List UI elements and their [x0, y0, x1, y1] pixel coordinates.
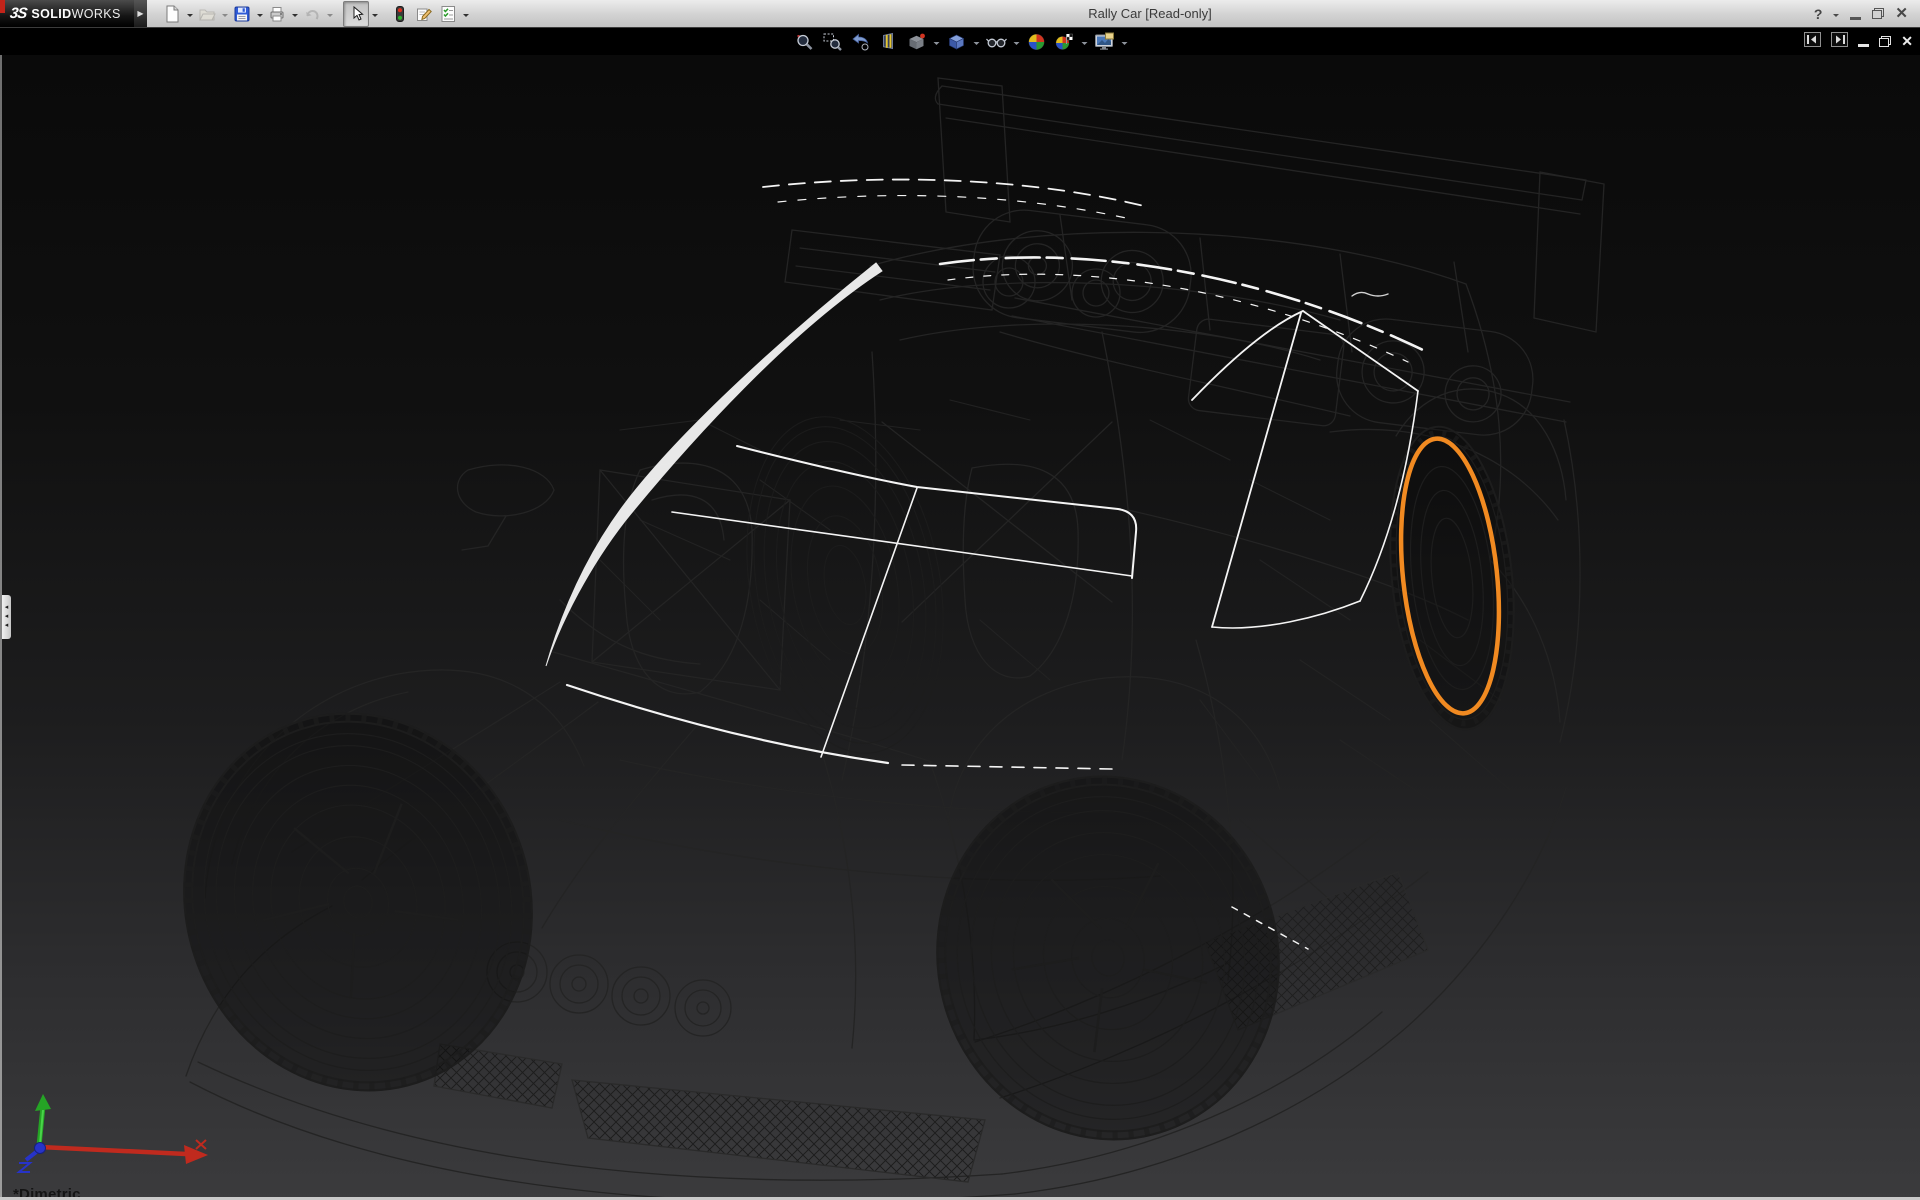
a-pillar-highlight	[546, 263, 882, 666]
triad-x-axis	[40, 1147, 186, 1154]
standard-toolbar	[160, 1, 471, 26]
zoom-fit-icon	[794, 32, 814, 52]
new-document-icon	[163, 5, 181, 23]
collapse-arrow-icon: ◂	[5, 613, 9, 621]
solidworks-logo-glyph: 3S	[9, 5, 28, 22]
help-button[interactable]: ?	[1814, 6, 1823, 22]
glasses-icon	[985, 32, 1007, 52]
open-dropdown[interactable]	[219, 2, 230, 26]
display-style-button[interactable]	[943, 29, 970, 54]
apply-scene-dropdown[interactable]	[1079, 29, 1090, 54]
grille-mesh	[434, 872, 1428, 1182]
document-title: Rally Car [Read-only]	[1088, 0, 1212, 27]
collapse-arrow-icon: ◂	[5, 604, 9, 612]
view-orientation-dropdown[interactable]	[931, 29, 942, 54]
pane-collapse-right-icon	[1831, 32, 1848, 47]
triad-x-label-glyph	[196, 1140, 206, 1149]
annotate-button[interactable]	[412, 2, 436, 26]
hide-show-items-dropdown[interactable]	[1011, 29, 1022, 54]
restore-app-icon[interactable]	[1872, 8, 1884, 19]
app-window-controls: ? ✕	[1814, 0, 1908, 27]
display-style-cube-icon	[946, 32, 966, 52]
view-settings-button[interactable]	[1091, 29, 1118, 54]
checklist-icon	[439, 5, 457, 23]
close-document-icon[interactable]: ✕	[1901, 33, 1913, 50]
brand-works-text: WORKS	[72, 7, 121, 21]
view-orientation-button[interactable]	[903, 29, 930, 54]
new-dropdown[interactable]	[184, 2, 195, 26]
collapse-arrow-icon: ◂	[5, 622, 9, 630]
save-floppy-icon	[233, 5, 251, 23]
rebuild-button[interactable]	[388, 2, 412, 26]
display-style-dropdown[interactable]	[971, 29, 982, 54]
graphics-viewport[interactable]: ◂ ◂ ◂ *Dimetric	[0, 55, 1920, 1200]
traffic-light-icon	[391, 5, 409, 23]
select-cursor-icon	[348, 5, 365, 22]
brand-solid-text: SOLID	[31, 7, 71, 21]
open-folder-icon	[198, 5, 216, 23]
undo-arrow-icon	[303, 5, 321, 23]
undo-button[interactable]	[300, 2, 324, 26]
options-button[interactable]	[436, 2, 460, 26]
rally-car-wireframe-model[interactable]	[0, 55, 1920, 1200]
new-button[interactable]	[160, 2, 184, 26]
print-button[interactable]	[265, 2, 289, 26]
scene-checkered-sphere-icon	[1053, 32, 1075, 52]
view-settings-dropdown[interactable]	[1119, 29, 1130, 54]
section-view-icon	[878, 32, 898, 52]
brand-red-accent	[0, 0, 5, 13]
rear-left-wheel	[899, 740, 1317, 1175]
view-cube-icon	[905, 32, 927, 52]
front-right-wheel-ghost	[722, 401, 968, 769]
hide-show-items-button[interactable]	[983, 29, 1010, 54]
close-app-icon[interactable]: ✕	[1895, 0, 1908, 27]
pane-left-button[interactable]	[1804, 32, 1821, 52]
previous-view-button[interactable]	[847, 29, 874, 54]
hand-note-icon	[415, 5, 433, 23]
options-dropdown[interactable]	[460, 2, 471, 26]
print-dropdown[interactable]	[289, 2, 300, 26]
feature-panel-collapse-handle[interactable]: ◂ ◂ ◂	[2, 595, 11, 639]
help-dropdown[interactable]	[1833, 7, 1839, 20]
tail-lights	[959, 204, 1546, 450]
pane-collapse-left-icon	[1804, 32, 1821, 47]
triad-y-arrowhead	[35, 1094, 51, 1111]
menu-strip: ✕	[0, 28, 1920, 55]
triad-origin	[35, 1143, 46, 1154]
solidworks-logo: 3S SOLID WORKS	[0, 0, 134, 27]
previous-view-icon	[850, 32, 870, 52]
zoom-to-fit-button[interactable]	[791, 29, 818, 54]
appearance-sphere-icon	[1026, 32, 1046, 52]
minimize-document-icon[interactable]	[1858, 44, 1869, 47]
monitor-settings-icon	[1093, 32, 1115, 52]
orientation-triad	[0, 1078, 240, 1198]
apply-scene-button[interactable]	[1051, 29, 1078, 54]
app-titlebar: 3S SOLID WORKS ▶	[0, 0, 1920, 28]
minimize-app-icon[interactable]	[1850, 17, 1861, 20]
edit-appearance-button[interactable]	[1023, 29, 1050, 54]
pane-right-button[interactable]	[1831, 32, 1848, 52]
select-button[interactable]	[343, 1, 369, 27]
save-dropdown[interactable]	[254, 2, 265, 26]
select-dropdown[interactable]	[369, 2, 380, 26]
zoom-to-area-button[interactable]	[819, 29, 846, 54]
undo-dropdown[interactable]	[324, 2, 335, 26]
restore-document-icon[interactable]	[1879, 36, 1891, 47]
printer-icon	[268, 5, 286, 23]
toolbar-expand-arrow[interactable]: ▶	[134, 0, 147, 27]
document-window-controls: ✕	[1804, 28, 1913, 55]
open-button[interactable]	[195, 2, 219, 26]
headsup-view-toolbar	[791, 29, 1130, 54]
triad-z-glyph	[19, 1163, 30, 1172]
zoom-area-icon	[822, 32, 842, 52]
section-view-button[interactable]	[875, 29, 902, 54]
save-button[interactable]	[230, 2, 254, 26]
